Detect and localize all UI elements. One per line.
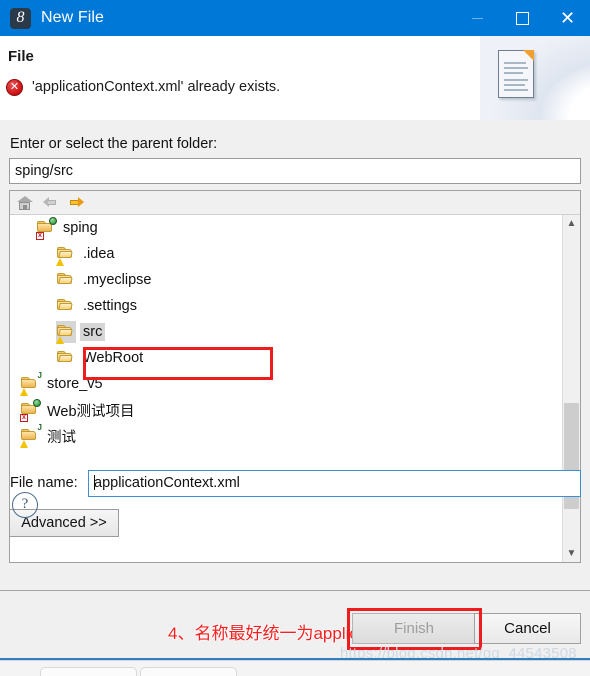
folder-warning-icon bbox=[56, 243, 76, 266]
home-icon[interactable] bbox=[16, 194, 33, 211]
help-button[interactable]: ? bbox=[12, 492, 38, 518]
dialog-header: File ✕ 'applicationContext.xml' already … bbox=[0, 36, 590, 121]
background-window-strip bbox=[0, 660, 590, 676]
forward-arrow-icon[interactable] bbox=[68, 194, 85, 211]
java-project-warning-icon: J bbox=[20, 424, 42, 448]
title-bar: 8 New File ✕ bbox=[0, 0, 590, 36]
project-folder-icon: x bbox=[36, 217, 57, 240]
tree-item-label: store_v5 bbox=[47, 376, 103, 392]
parent-folder-label: Enter or select the parent folder: bbox=[10, 136, 218, 152]
tree-item-sping[interactable]: x sping bbox=[10, 215, 580, 241]
tree-item-label: Web测试项目 bbox=[47, 403, 135, 420]
maximize-button[interactable] bbox=[500, 0, 545, 36]
file-name-input[interactable]: applicationContext.xml bbox=[88, 470, 581, 497]
java-project-warning-icon: J bbox=[20, 372, 42, 396]
tree-item-idea[interactable]: .idea bbox=[10, 241, 580, 267]
myeclipse-icon: 8 bbox=[10, 7, 31, 29]
back-arrow-icon[interactable] bbox=[42, 194, 59, 211]
window-title: New File bbox=[41, 9, 105, 26]
finish-button[interactable]: Finish bbox=[352, 613, 476, 644]
validation-message: 'applicationContext.xml' already exists. bbox=[32, 79, 281, 95]
tree-item-web-test-project[interactable]: x Web测试项目 bbox=[10, 397, 580, 423]
close-icon: ✕ bbox=[559, 8, 576, 28]
tree-item-webroot[interactable]: WebRoot bbox=[10, 345, 580, 371]
tree-item-src[interactable]: src bbox=[10, 319, 580, 345]
chevron-up-icon[interactable]: ▲ bbox=[563, 215, 580, 232]
tree-item-label: .idea bbox=[83, 246, 115, 262]
tree-item-label: sping bbox=[63, 220, 98, 236]
chevron-down-icon[interactable]: ▼ bbox=[563, 545, 580, 562]
tree-item-settings[interactable]: .settings bbox=[10, 293, 580, 319]
tree-item-label: WebRoot bbox=[83, 350, 144, 366]
new-file-dialog: 8 New File ✕ File ✕ 'applicationContext.… bbox=[0, 0, 590, 676]
document-page-shape bbox=[498, 50, 534, 98]
document-fold-corner bbox=[523, 50, 534, 61]
cancel-button[interactable]: Cancel bbox=[474, 613, 581, 644]
maximize-icon bbox=[516, 11, 529, 25]
document-page-icon bbox=[480, 36, 590, 120]
dialog-body: Enter or select the parent folder: sping… bbox=[0, 120, 590, 676]
folder-icon bbox=[56, 347, 76, 369]
tree-vertical-scrollbar[interactable]: ▲ ▼ bbox=[562, 215, 580, 562]
minimize-button[interactable] bbox=[455, 0, 500, 36]
window-controls: ✕ bbox=[455, 0, 590, 36]
myeclipse-icon-glyph: 8 bbox=[16, 8, 25, 26]
tree-item-myeclipse[interactable]: .myeclipse bbox=[10, 267, 580, 293]
file-name-label: File name: bbox=[10, 475, 78, 491]
button-bar-separator bbox=[0, 590, 590, 591]
close-button[interactable]: ✕ bbox=[545, 0, 590, 36]
tree-item-label: .myeclipse bbox=[83, 272, 152, 288]
tree-item-label: 测试 bbox=[47, 429, 76, 446]
error-icon: ✕ bbox=[6, 79, 23, 96]
file-name-value: applicationContext.xml bbox=[94, 475, 240, 491]
folder-icon bbox=[56, 295, 76, 317]
parent-folder-input[interactable]: sping/src bbox=[9, 158, 581, 184]
source-folder-icon bbox=[56, 321, 76, 344]
minimize-icon bbox=[472, 17, 483, 19]
page-title: File bbox=[8, 48, 34, 65]
tree-item-store-v5[interactable]: J store_v5 bbox=[10, 371, 580, 397]
folder-tree-panel: x sping .idea .myeclipse .settings src W… bbox=[9, 190, 581, 563]
folder-icon bbox=[56, 269, 76, 291]
tree-item-label: src bbox=[80, 323, 106, 341]
tree-item-label: .settings bbox=[83, 298, 137, 314]
tree-item-ceshi[interactable]: J 测试 bbox=[10, 423, 580, 449]
project-folder-icon: x bbox=[20, 399, 41, 422]
tree-toolbar bbox=[10, 191, 580, 215]
